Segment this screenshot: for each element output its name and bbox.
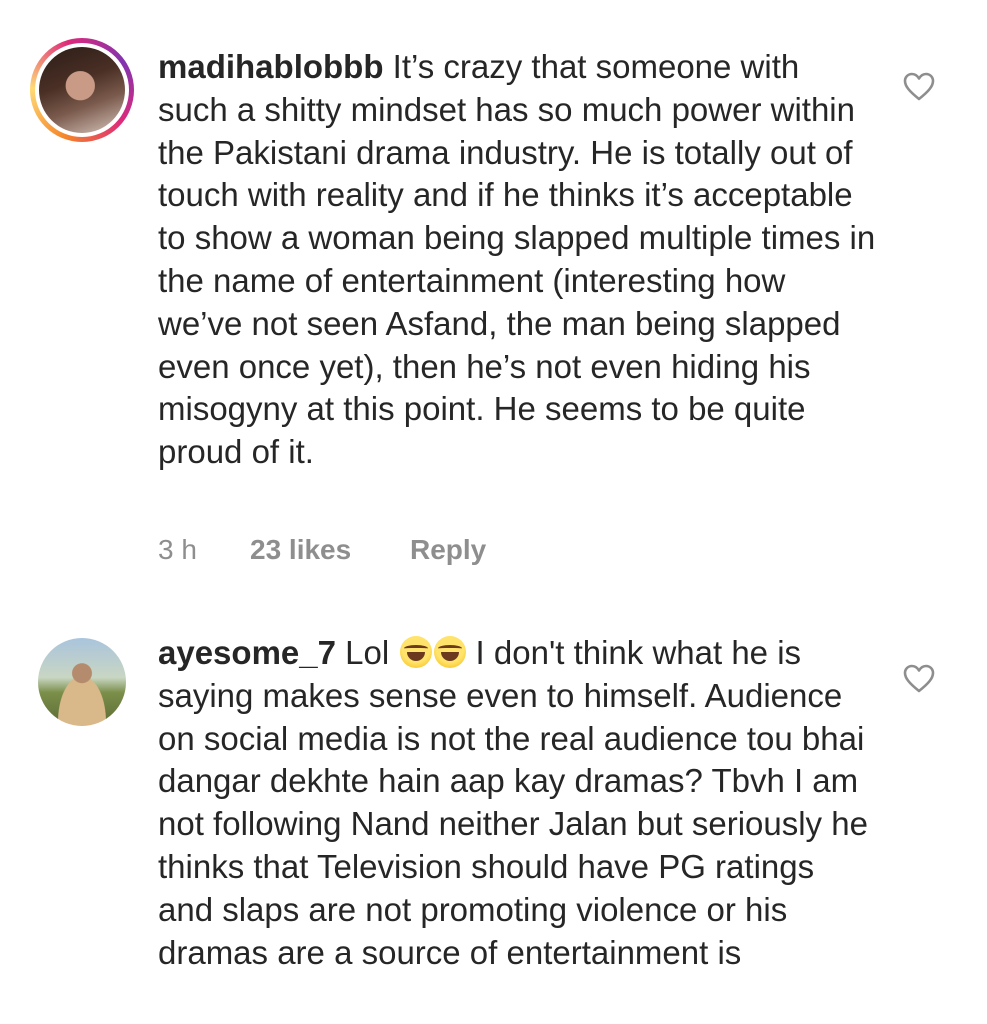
reply-button[interactable]: Reply [410, 534, 486, 566]
comment-text: ayesome_7 Lol I don't think what he is s… [158, 632, 878, 974]
face-with-tears-of-joy-icon [400, 636, 433, 668]
avatar[interactable] [38, 638, 126, 726]
comment-body: It’s crazy that someone with such a shit… [158, 48, 876, 471]
timestamp: 3 h [158, 534, 197, 565]
comment-meta: 3 h 23 likes Reply [158, 534, 486, 566]
likes-count[interactable]: 23 likes [250, 534, 410, 566]
username[interactable]: madihablobbb [158, 48, 384, 85]
profile-photo [39, 47, 125, 133]
comment-text: madihablobbb It’s crazy that someone wit… [158, 46, 878, 474]
heart-outline-icon[interactable] [903, 664, 935, 694]
username[interactable]: ayesome_7 [158, 634, 336, 671]
comment-body-start: Lol [345, 634, 390, 671]
face-with-tears-of-joy-icon [434, 636, 467, 668]
profile-photo [38, 638, 126, 726]
comment-body: I don't think what he is saying makes se… [158, 634, 868, 971]
heart-outline-icon[interactable] [903, 72, 935, 102]
avatar[interactable] [30, 38, 134, 142]
